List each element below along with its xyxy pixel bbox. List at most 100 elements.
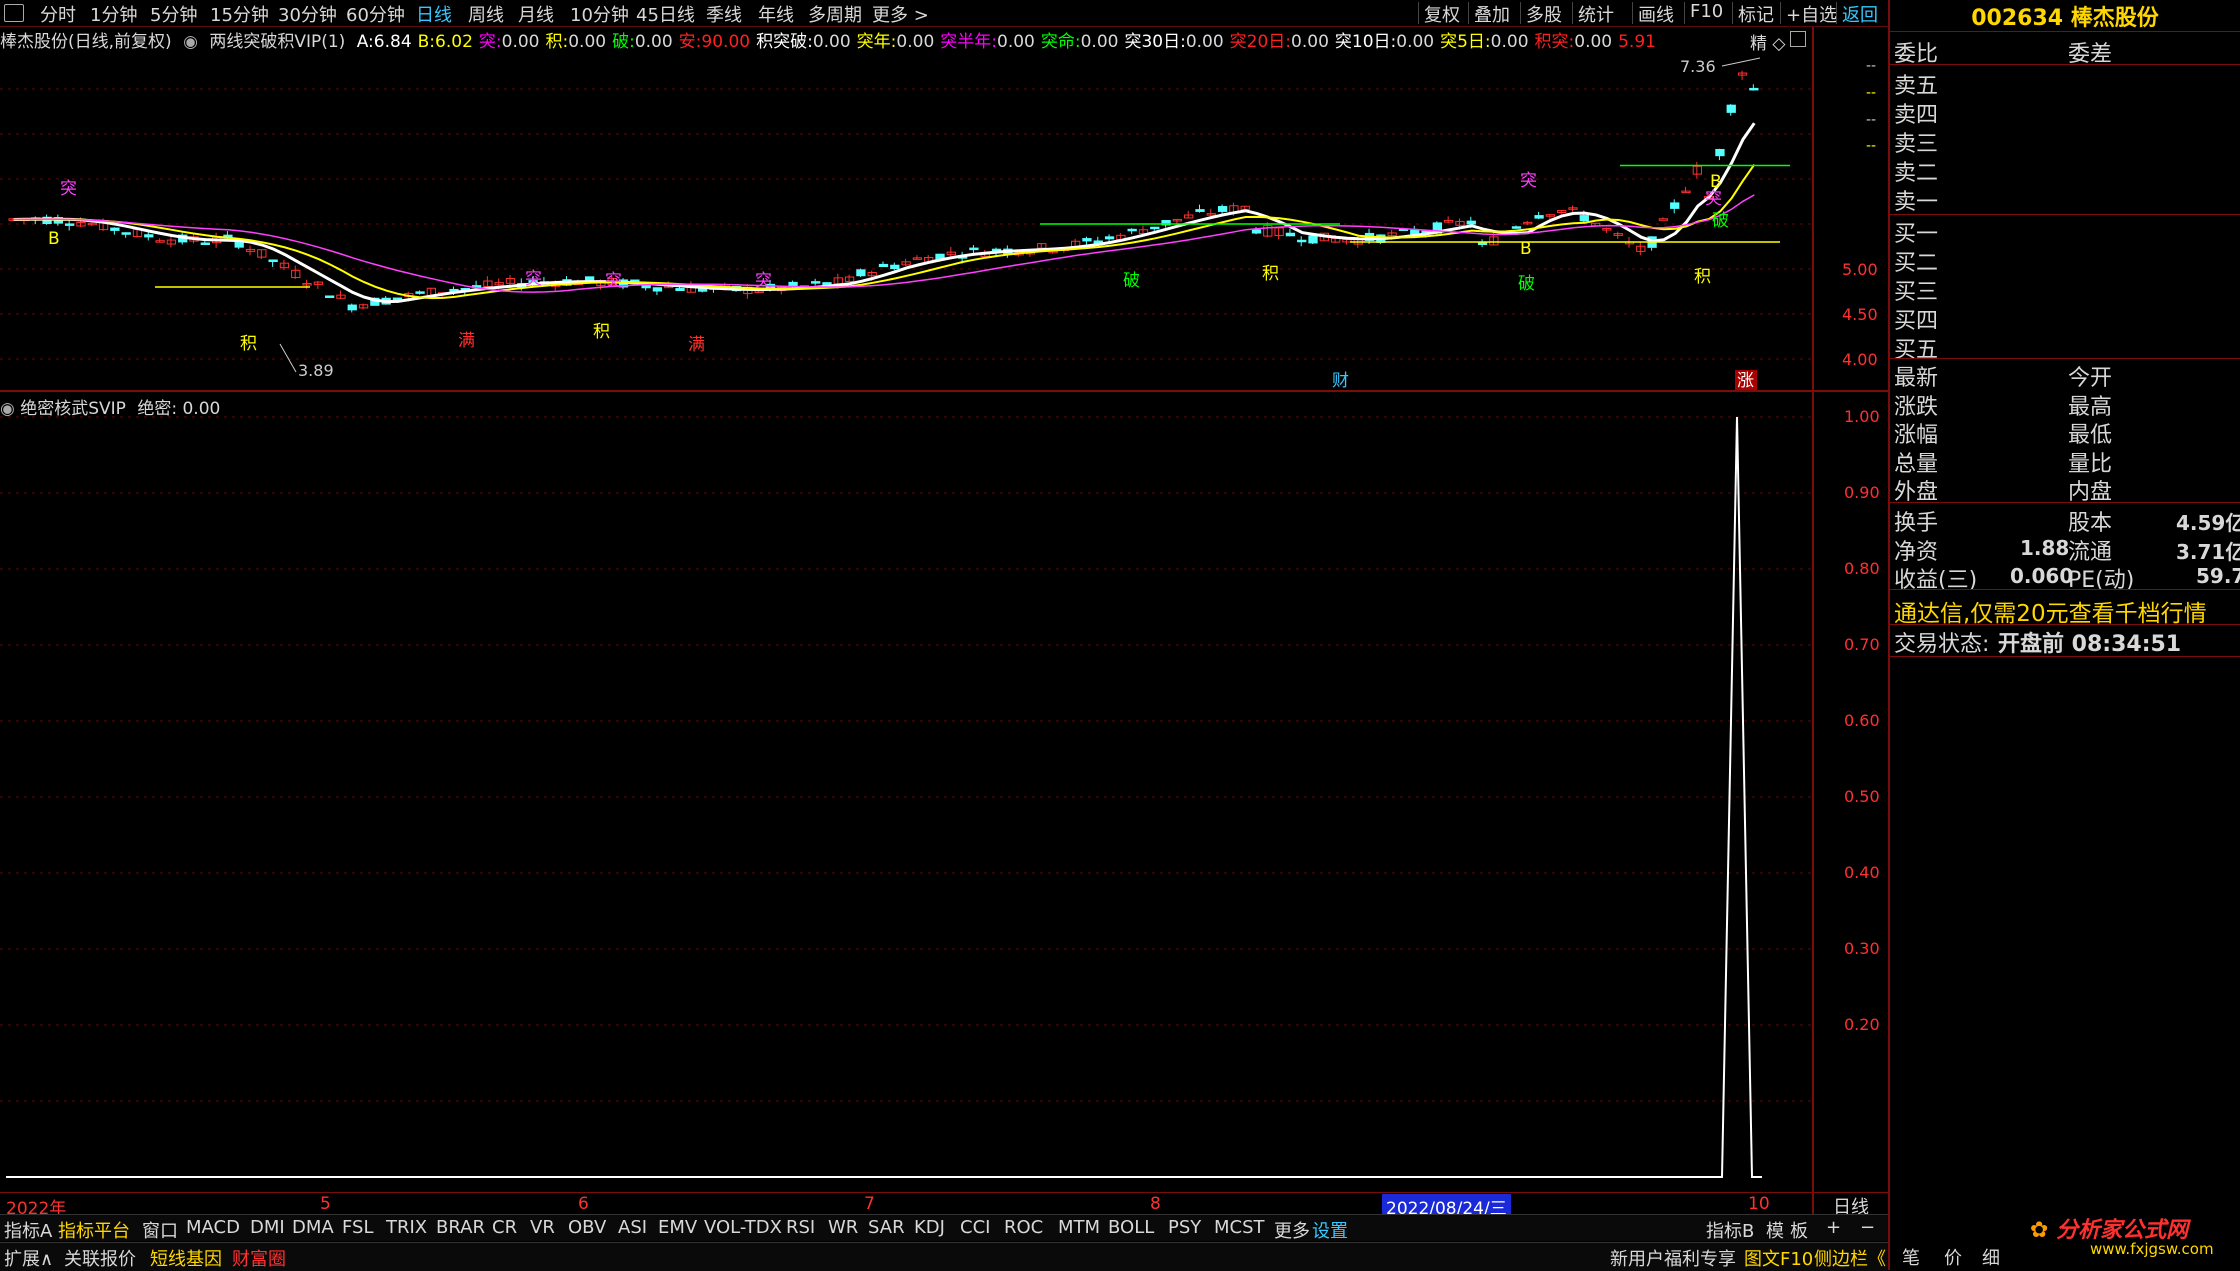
candle-body (1670, 202, 1680, 209)
period-10[interactable]: 45日线 (636, 1, 695, 27)
indicator-tab-20[interactable]: ROC (1004, 1217, 1043, 1238)
period-0[interactable]: 分时 (40, 1, 76, 27)
indicator-tab-2[interactable]: 窗口 (142, 1217, 178, 1243)
candle-body (878, 263, 889, 268)
indicator-tab-9[interactable]: CR (492, 1217, 517, 1238)
signal-marker-man: 满 (458, 331, 475, 351)
jing-label[interactable]: 精 ◇ (1750, 29, 1785, 54)
indicator-tab-7[interactable]: TRIX (386, 1217, 427, 1238)
candle-body (856, 269, 866, 277)
price-tick-dash: -- (1866, 112, 1877, 128)
quote-tab-0[interactable]: 笔 (1902, 1244, 1920, 1270)
date-axis: 2022年 5 6 7 8 2022/08/24/三 10 (0, 1192, 1812, 1219)
ext-tab-right-1[interactable]: 图文F10 (1744, 1245, 1813, 1271)
period-9[interactable]: 10分钟 (570, 1, 629, 27)
signal-marker-ji: 积 (240, 334, 257, 354)
ext-tab-1[interactable]: 关联报价 (64, 1245, 136, 1271)
indicator-tab-25[interactable]: 更多 (1274, 1217, 1310, 1243)
quote-tab-1[interactable]: 价 (1944, 1244, 1962, 1270)
period-11[interactable]: 季线 (706, 1, 742, 27)
period-4[interactable]: 30分钟 (278, 1, 337, 27)
indicator-tab-right-3[interactable]: + (1826, 1217, 1841, 1238)
indicator-tab-0[interactable]: 指标A (4, 1217, 52, 1243)
candle-body (1127, 228, 1137, 232)
indicator-tab-14[interactable]: VOL-TDX (704, 1217, 782, 1238)
period-7[interactable]: 周线 (468, 1, 504, 27)
indicator-tab-15[interactable]: RSI (786, 1217, 815, 1238)
period-6[interactable]: 日线 (416, 1, 452, 27)
indicator-tab-16[interactable]: WR (828, 1217, 858, 1238)
indicator-field-label: 突命: (1040, 32, 1081, 52)
ext-tab-2[interactable]: 短线基因 (150, 1245, 222, 1271)
toolbar-item-1[interactable]: 叠加 (1474, 1, 1510, 27)
indicator-tab-10[interactable]: VR (530, 1217, 555, 1238)
ext-tab-3[interactable]: 财富圈 (232, 1245, 286, 1271)
ma-yellow-line (13, 164, 1756, 300)
indicator-tab-26[interactable]: 设置 (1312, 1217, 1348, 1243)
indicator-tab-1[interactable]: 指标平台 (58, 1217, 130, 1243)
toolbar-item-4[interactable]: 画线 (1638, 1, 1674, 27)
indicator-tab-18[interactable]: KDJ (914, 1217, 945, 1238)
toolbar-separator (1572, 2, 1573, 24)
period-2[interactable]: 5分钟 (150, 1, 197, 27)
secret-indicator-chart[interactable] (0, 392, 1812, 1192)
indicator-name[interactable]: 两线突破积VIP(1) (209, 32, 345, 52)
indicator-tab-17[interactable]: SAR (868, 1217, 905, 1238)
period-12[interactable]: 年线 (758, 1, 794, 27)
toolbar-item-2[interactable]: 多股 (1526, 1, 1562, 27)
toolbar-item-5[interactable]: F10 (1690, 1, 1723, 22)
toolbar-separator (1836, 2, 1837, 24)
period-3[interactable]: 15分钟 (210, 1, 269, 27)
indicator-tab-5[interactable]: DMA (292, 1217, 334, 1238)
indicator-tab-22[interactable]: BOLL (1108, 1217, 1154, 1238)
indicator-field-label: 突: (478, 32, 502, 52)
toolbar-item-0[interactable]: 复权 (1424, 1, 1460, 27)
promo-link[interactable]: 通达信,仅需20元查看千档行情 (1894, 594, 2207, 628)
period-1[interactable]: 1分钟 (90, 1, 137, 27)
stat-huanshou: 换手 (1894, 511, 1939, 536)
ext-tab-0[interactable]: 扩展∧ (4, 1245, 53, 1271)
indicator-tab-19[interactable]: CCI (960, 1217, 990, 1238)
quote-left-1: 涨跌 (1894, 394, 1939, 420)
indicator-tab-13[interactable]: EMV (658, 1217, 697, 1238)
indicator-tab-right-4[interactable]: − (1860, 1217, 1875, 1238)
indicator-tab-23[interactable]: PSY (1168, 1217, 1201, 1238)
indicator-tab-right-2[interactable]: 板 (1790, 1217, 1808, 1243)
indicator-toggle-icon[interactable]: ◉ (183, 32, 198, 52)
indicator-tab-21[interactable]: MTM (1058, 1217, 1100, 1238)
indicator-tab-3[interactable]: MACD (186, 1217, 240, 1238)
ext-tab-right-2[interactable]: 侧边栏《 (1814, 1245, 1886, 1271)
toolbar-item-7[interactable]: +自选 (1786, 1, 1837, 27)
quote-panel: 002634 棒杰股份 委比 委差 卖五 卖四 卖三 卖二 卖一 买一 买二 买三 买四 买五 最… (1890, 0, 2240, 1270)
indicator-tab-4[interactable]: DMI (250, 1217, 285, 1238)
indicator-tab-12[interactable]: ASI (618, 1217, 647, 1238)
indicator-tab-24[interactable]: MCST (1214, 1217, 1265, 1238)
indicator-tab-right-1[interactable]: 模 (1766, 1217, 1784, 1243)
period-5[interactable]: 60分钟 (346, 1, 405, 27)
indicator-tab-6[interactable]: FSL (342, 1217, 374, 1238)
toolbar-item-6[interactable]: 标记 (1738, 1, 1774, 27)
toolbar-item-3[interactable]: 统计 (1578, 1, 1614, 27)
stat-shouyi_val: 0.060 (2010, 564, 2074, 588)
period-8[interactable]: 月线 (518, 1, 554, 27)
indicator-field-value: 6.84 (373, 32, 412, 52)
quote-tab-2[interactable]: 细 (1982, 1244, 2000, 1270)
menu-icon[interactable] (4, 4, 24, 22)
candle-body (1308, 235, 1318, 244)
stat-liutong_val: 3.71亿 (2176, 539, 2240, 564)
indicator-field-value: 0.00 (568, 32, 607, 52)
ext-tab-right-0[interactable]: 新用户福利专享 (1610, 1245, 1736, 1271)
period-13[interactable]: 多周期 (808, 1, 862, 27)
period-14[interactable]: 更多 > (872, 1, 929, 27)
toolbar-item-8[interactable]: 返回 (1842, 1, 1878, 27)
window-toggle-icon[interactable] (1790, 31, 1806, 47)
signal-marker-tu: 突 (525, 269, 542, 289)
quote-right-3: 量比 (2068, 451, 2113, 477)
kline-chart[interactable]: 突突突突突突积积积 积满 满破 破破B BB财 涨7.363.89 (0, 54, 1812, 390)
stat-jingzi_val: 1.88 (2020, 535, 2070, 560)
indicator-tab-right-0[interactable]: 指标B (1706, 1217, 1754, 1243)
indicator-tab-11[interactable]: OBV (568, 1217, 606, 1238)
price-tick-dash: -- (1866, 138, 1877, 154)
candle-body (505, 278, 516, 284)
indicator-tab-8[interactable]: BRAR (436, 1217, 485, 1238)
